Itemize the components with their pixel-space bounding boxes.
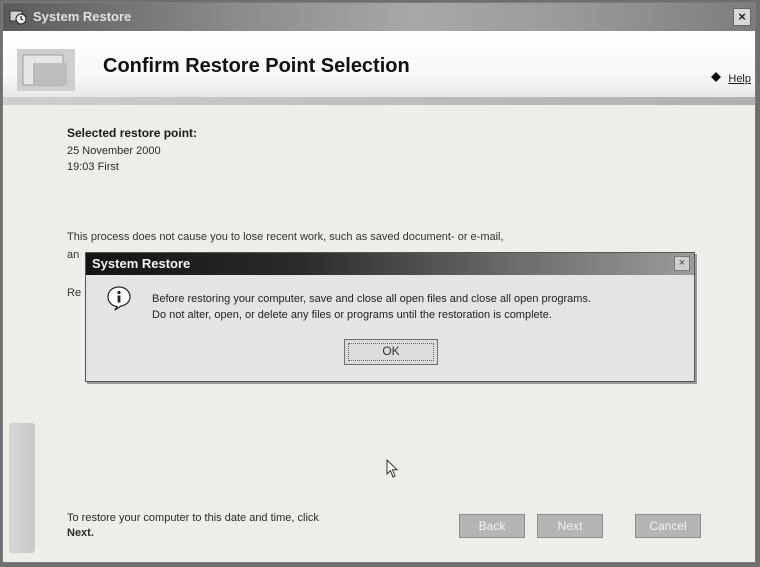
- help-icon[interactable]: [710, 71, 722, 83]
- ok-button[interactable]: OK: [344, 339, 438, 365]
- next-button[interactable]: Next: [537, 514, 603, 538]
- selected-restore-point-label: Selected restore point:: [67, 126, 198, 140]
- dialog-message-line-2: Do not alter, open, or delete any files …: [152, 309, 552, 321]
- info-text-continued: an: [67, 249, 80, 261]
- window-title: System Restore: [33, 9, 132, 24]
- dialog-title: System Restore: [92, 256, 191, 271]
- page-header: Confirm Restore Point Selection Help: [3, 31, 755, 97]
- header-divider: [3, 97, 755, 105]
- system-restore-alert-dialog: System Restore × Before restoring your c…: [85, 252, 695, 382]
- system-restore-icon: [9, 10, 27, 25]
- dialog-close-button[interactable]: ×: [674, 256, 690, 271]
- footer-instructions: To restore your computer to this date an…: [67, 511, 319, 541]
- mouse-cursor-icon: [386, 459, 399, 478]
- dialog-message-line-1: Before restoring your computer, save and…: [152, 293, 592, 305]
- cancel-button[interactable]: Cancel: [635, 514, 701, 538]
- help-link[interactable]: Help: [728, 73, 751, 85]
- side-decoration: [9, 423, 35, 553]
- system-restore-window: System Restore × Confirm Restore Point S…: [2, 2, 756, 563]
- title-bar[interactable]: System Restore ×: [3, 3, 755, 31]
- restore-point-date: 25 November 2000: [67, 145, 161, 157]
- restore-point-time: 19:03 First: [67, 161, 119, 173]
- back-button[interactable]: Back: [459, 514, 525, 538]
- window-close-button[interactable]: ×: [733, 8, 751, 26]
- footer-next-word: Next.: [67, 527, 94, 539]
- system-restore-logo-icon: [17, 49, 75, 91]
- dialog-title-bar[interactable]: System Restore ×: [86, 253, 694, 275]
- info-icon: [107, 286, 131, 311]
- page-title: Confirm Restore Point Selection: [103, 55, 410, 77]
- reminder-text: Re: [67, 287, 82, 299]
- info-text: This process does not cause you to lose …: [67, 231, 504, 243]
- footer-line: To restore your computer to this date an…: [67, 512, 319, 524]
